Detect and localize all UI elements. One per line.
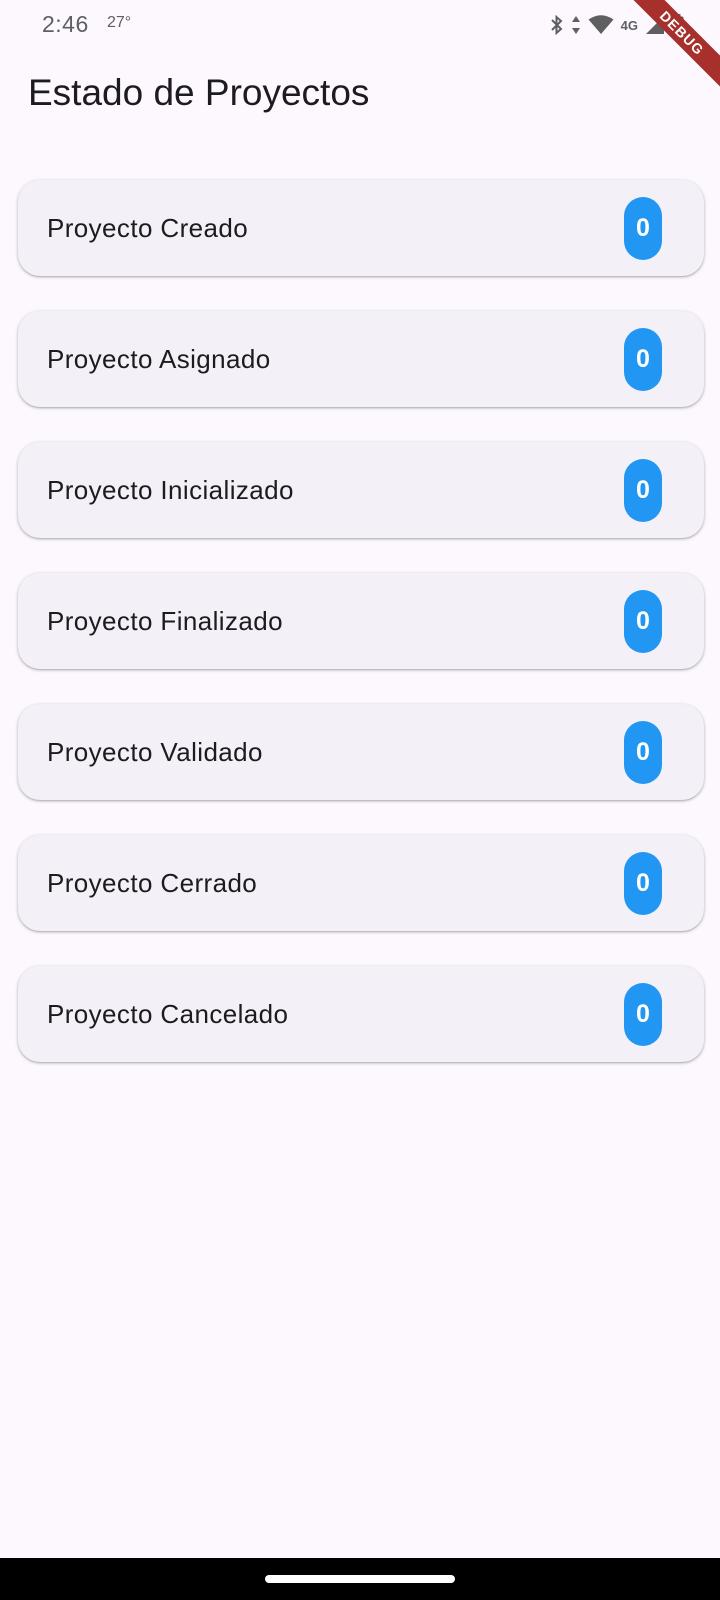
status-card-label: Proyecto Inicializado <box>47 474 294 505</box>
status-card-finalizado[interactable]: Proyecto Finalizado 0 <box>18 573 704 669</box>
status-icons: 4G <box>550 12 684 38</box>
bluetooth-icon <box>550 15 564 35</box>
count-badge: 0 <box>624 196 662 260</box>
status-card-validado[interactable]: Proyecto Validado 0 <box>18 704 704 800</box>
cell-signal-icon <box>645 15 665 35</box>
status-card-asignado[interactable]: Proyecto Asignado 0 <box>18 311 704 407</box>
network-type: 4G <box>620 17 638 33</box>
count-badge: 0 <box>624 720 662 784</box>
count-badge: 0 <box>624 851 662 915</box>
page-title: Estado de Proyectos <box>28 72 370 113</box>
status-card-label: Proyecto Cancelado <box>47 998 289 1029</box>
home-gesture-handle[interactable] <box>265 1575 455 1583</box>
status-card-creado[interactable]: Proyecto Creado 0 <box>18 180 704 276</box>
wifi-icon <box>588 15 614 35</box>
count-badge: 0 <box>624 982 662 1046</box>
count-badge: 0 <box>624 458 662 522</box>
system-navigation-bar <box>0 1558 720 1600</box>
status-temperature: 27° <box>107 14 132 31</box>
count-badge: 0 <box>624 589 662 653</box>
status-card-label: Proyecto Finalizado <box>47 605 283 636</box>
status-card-label: Proyecto Creado <box>47 212 249 243</box>
status-card-cancelado[interactable]: Proyecto Cancelado 0 <box>18 966 704 1062</box>
battery-icon <box>672 14 684 36</box>
project-status-list: Proyecto Creado 0 Proyecto Asignado 0 Pr… <box>18 180 704 1097</box>
status-card-label: Proyecto Asignado <box>47 343 271 374</box>
status-card-label: Proyecto Cerrado <box>47 867 258 898</box>
data-arrows-icon <box>571 15 581 35</box>
status-card-cerrado[interactable]: Proyecto Cerrado 0 <box>18 835 704 931</box>
status-time: 2:46 <box>42 11 89 37</box>
status-bar: 2:46 27° 4G <box>0 0 720 50</box>
count-badge: 0 <box>624 327 662 391</box>
status-card-inicializado[interactable]: Proyecto Inicializado 0 <box>18 442 704 538</box>
status-card-label: Proyecto Validado <box>47 736 263 767</box>
